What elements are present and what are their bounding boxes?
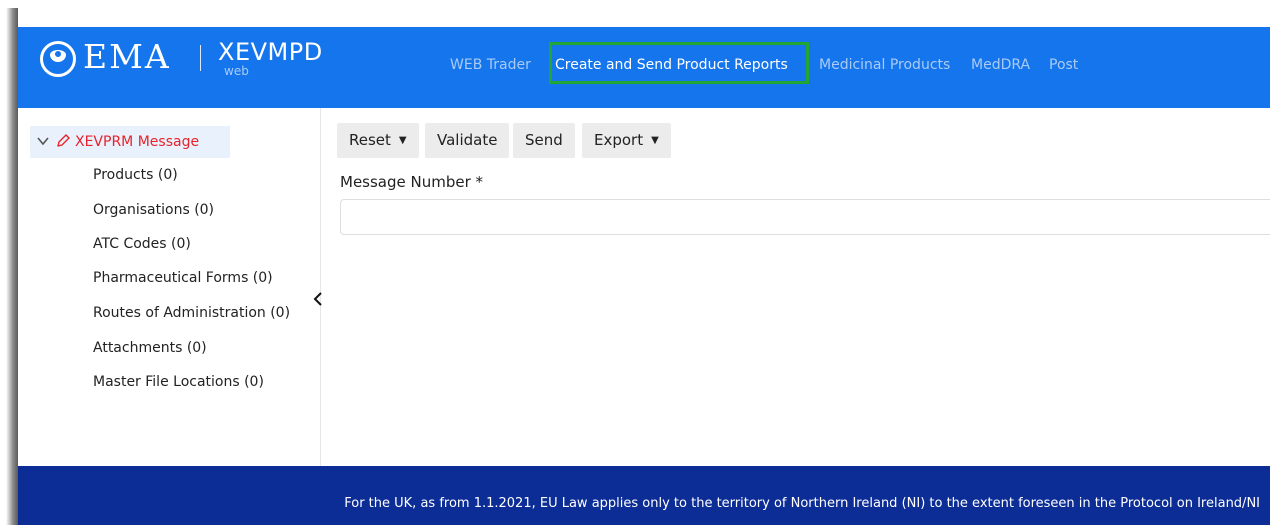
tree-item-attachments[interactable]: Attachments (0) bbox=[93, 339, 207, 357]
ema-logo-icon bbox=[40, 41, 76, 77]
app-name: XEVMPD bbox=[218, 38, 323, 66]
message-number-label: Message Number * bbox=[340, 173, 484, 191]
reset-button[interactable]: Reset ▼ bbox=[337, 123, 419, 158]
caret-down-icon: ▼ bbox=[651, 135, 659, 146]
chevron-left-icon[interactable] bbox=[312, 290, 324, 308]
pencil-icon bbox=[57, 134, 70, 147]
footer-notice: For the UK, as from 1.1.2021, EU Law app… bbox=[344, 496, 1260, 511]
nav-web-trader[interactable]: WEB Trader bbox=[450, 55, 531, 75]
nav-meddra[interactable]: MedDRA bbox=[971, 55, 1030, 75]
tree-item-pharmaceutical-forms[interactable]: Pharmaceutical Forms (0) bbox=[93, 269, 273, 287]
logo-divider bbox=[200, 45, 201, 71]
footer: For the UK, as from 1.1.2021, EU Law app… bbox=[18, 466, 1270, 525]
window-edge-shadow bbox=[0, 0, 18, 525]
send-button[interactable]: Send bbox=[513, 123, 575, 158]
nav-post[interactable]: Post bbox=[1049, 55, 1078, 75]
tree-root-label[interactable]: XEVPRM Message bbox=[75, 133, 199, 151]
sidebar-divider bbox=[320, 108, 321, 466]
message-number-input[interactable] bbox=[340, 199, 1270, 235]
tree-item-routes-of-administration[interactable]: Routes of Administration (0) bbox=[93, 304, 290, 322]
tree-item-products[interactable]: Products (0) bbox=[93, 166, 178, 184]
reset-button-label: Reset bbox=[349, 131, 391, 149]
tree-item-atc-codes[interactable]: ATC Codes (0) bbox=[93, 235, 191, 253]
export-button-label: Export bbox=[594, 131, 644, 149]
app-subtitle: web bbox=[224, 64, 249, 78]
caret-down-icon: ▼ bbox=[398, 135, 407, 146]
nav-highlight-box bbox=[549, 42, 809, 84]
app-window: EMA XEVMPD web WEB Trader Create and Sen… bbox=[18, 0, 1270, 525]
tree-item-organisations[interactable]: Organisations (0) bbox=[93, 201, 214, 219]
top-header: EMA XEVMPD web WEB Trader Create and Sen… bbox=[18, 27, 1270, 108]
ema-logo-text: EMA bbox=[83, 37, 171, 76]
tree-item-master-file-locations[interactable]: Master File Locations (0) bbox=[93, 373, 264, 391]
chevron-down-icon[interactable] bbox=[36, 134, 50, 148]
export-button[interactable]: Export ▼ bbox=[582, 123, 671, 158]
nav-medicinal-products[interactable]: Medicinal Products bbox=[819, 55, 950, 75]
validate-button[interactable]: Validate bbox=[425, 123, 510, 158]
